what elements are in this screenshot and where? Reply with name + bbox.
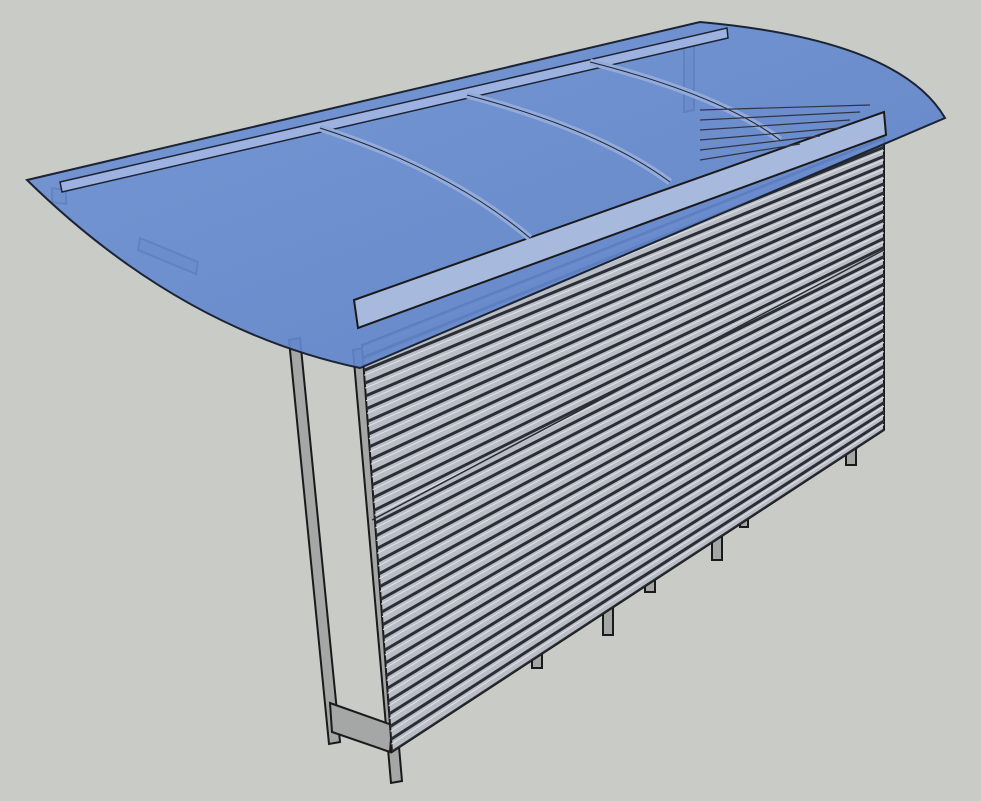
model-viewport[interactable]: [0, 0, 981, 801]
shelter-3d-model[interactable]: [0, 0, 981, 801]
bottom-brace: [328, 701, 394, 754]
front-left-post: [287, 336, 342, 746]
